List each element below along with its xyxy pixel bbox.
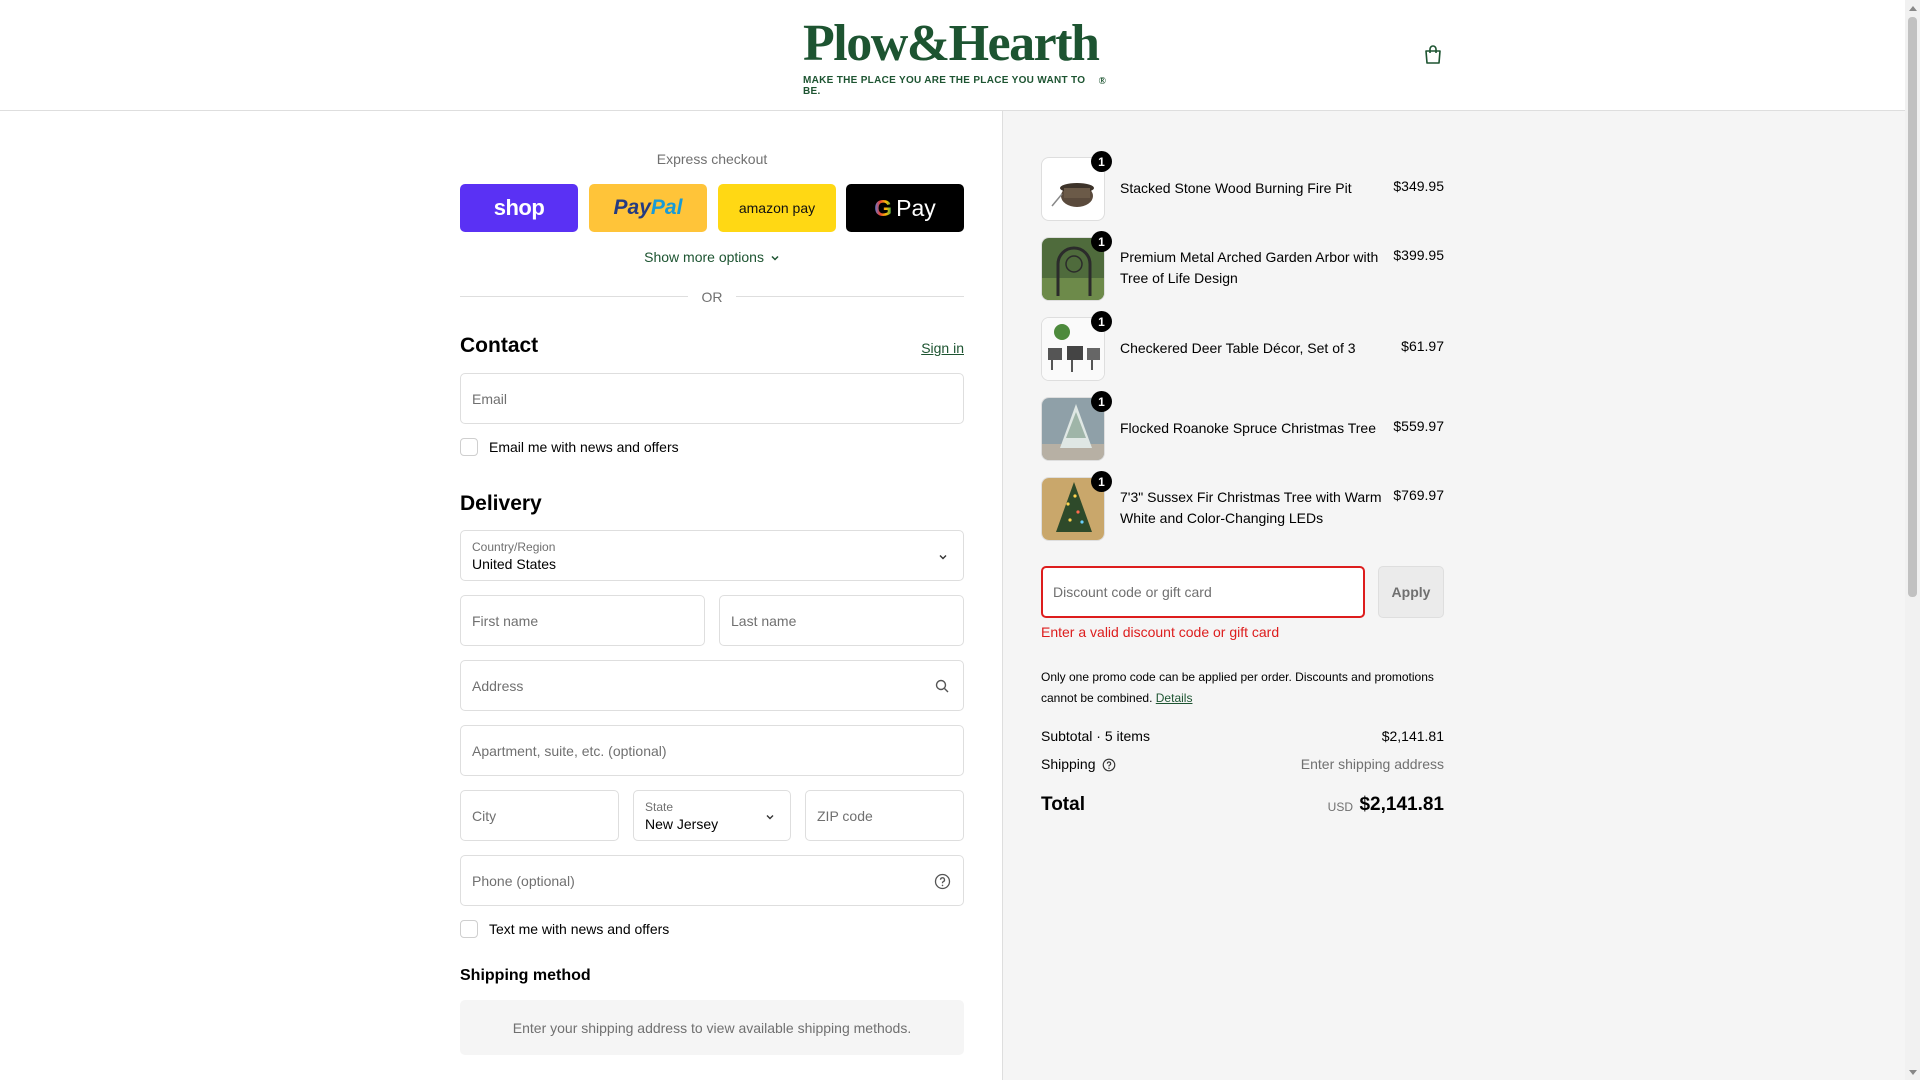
page-scrollbar[interactable] bbox=[1905, 0, 1920, 1080]
shipping-method-message: Enter your shipping address to view avai… bbox=[460, 1000, 964, 1055]
zip-field[interactable]: ZIP code bbox=[805, 790, 964, 841]
search-icon bbox=[935, 679, 949, 693]
apply-discount-button[interactable]: Apply bbox=[1378, 566, 1444, 618]
text-news-checkbox[interactable] bbox=[460, 920, 478, 938]
header: Plow&Hearth ® MAKE THE PLACE YOU ARE THE … bbox=[0, 0, 1905, 111]
shipping-method-title: Shipping method bbox=[460, 967, 591, 984]
first-name-field[interactable]: First name bbox=[460, 595, 705, 646]
contact-title: Contact bbox=[460, 334, 539, 357]
quantity-badge: 1 bbox=[1091, 151, 1112, 172]
chevron-down-icon bbox=[766, 815, 774, 820]
total-value: $2,141.81 bbox=[1359, 794, 1444, 815]
scrollbar-thumb[interactable] bbox=[1908, 17, 1917, 597]
last-name-field[interactable]: Last name bbox=[719, 595, 964, 646]
promo-note-text: Only one promo code can be applied per o… bbox=[1041, 670, 1434, 705]
total-label: Total bbox=[1041, 794, 1085, 815]
phone-field[interactable]: Phone (optional) bbox=[460, 855, 964, 906]
address-field[interactable]: Address bbox=[460, 660, 964, 711]
quantity-badge: 1 bbox=[1091, 391, 1112, 412]
sign-in-link[interactable]: Sign in bbox=[921, 340, 964, 356]
email-placeholder: Email bbox=[472, 391, 508, 407]
quantity-badge: 1 bbox=[1091, 471, 1112, 492]
discount-placeholder: Discount code or gift card bbox=[1053, 584, 1212, 600]
subtotal-label: Subtotal · 5 items bbox=[1041, 728, 1150, 744]
email-news-row[interactable]: Email me with news and offers bbox=[460, 438, 679, 456]
subtotal-value: $2,141.81 bbox=[1381, 728, 1444, 744]
item-name: Flocked Roanoke Spruce Christmas Tree bbox=[1120, 420, 1376, 436]
zip-placeholder: ZIP code bbox=[817, 808, 873, 824]
state-value: New Jersey bbox=[645, 816, 719, 832]
shipping-method-text: Enter your shipping address to view avai… bbox=[512, 1019, 912, 1036]
subtotal-row: Subtotal · 5 items $2,141.81 bbox=[1041, 728, 1444, 744]
item-price: $399.95 bbox=[1393, 247, 1444, 263]
or-label: OR bbox=[701, 289, 723, 305]
shipping-label: Shipping bbox=[1041, 756, 1096, 772]
item-name: Premium Metal Arched Garden Arbor with T… bbox=[1120, 249, 1379, 286]
country-select[interactable]: Country/Region United States bbox=[460, 530, 964, 581]
or-divider: OR bbox=[460, 287, 964, 307]
text-news-label: Text me with news and offers bbox=[489, 921, 670, 937]
shipping-value: Enter shipping address bbox=[1300, 756, 1444, 772]
scroll-up-arrow-icon[interactable] bbox=[1905, 0, 1920, 15]
email-news-checkbox[interactable] bbox=[460, 438, 478, 456]
quantity-badge: 1 bbox=[1091, 311, 1112, 332]
discount-error-message: Enter a valid discount code or gift card bbox=[1041, 624, 1280, 640]
shop-pay-label: shop bbox=[493, 195, 545, 220]
delivery-title: Delivery bbox=[460, 492, 542, 515]
city-placeholder: City bbox=[472, 808, 497, 824]
country-label: Country/Region bbox=[472, 540, 556, 554]
discount-code-input[interactable]: Discount code or gift card bbox=[1041, 566, 1365, 618]
state-select[interactable]: State New Jersey bbox=[633, 790, 791, 841]
shipping-row: Shipping Enter shipping address bbox=[1041, 756, 1444, 772]
show-more-options-label: Show more options bbox=[644, 249, 764, 265]
checkout-page: Plow&Hearth ® MAKE THE PLACE YOU ARE THE … bbox=[0, 0, 1920, 1080]
last-name-placeholder: Last name bbox=[731, 613, 797, 629]
state-label: State bbox=[645, 800, 674, 814]
help-circle-icon[interactable] bbox=[934, 873, 951, 890]
item-price: $349.95 bbox=[1393, 178, 1444, 194]
currency-code: USD bbox=[1327, 800, 1353, 814]
quantity-badge: 1 bbox=[1091, 231, 1112, 252]
paypal-label-1: Pay bbox=[613, 196, 651, 219]
email-field[interactable]: Email bbox=[460, 373, 964, 424]
item-price: $559.97 bbox=[1393, 418, 1444, 434]
address-placeholder: Address bbox=[472, 678, 524, 694]
item-name: Stacked Stone Wood Burning Fire Pit bbox=[1120, 180, 1352, 196]
item-price: $61.97 bbox=[1401, 338, 1444, 354]
store-logo[interactable]: Plow&Hearth ® MAKE THE PLACE YOU ARE THE … bbox=[803, 18, 1106, 98]
logo-tagline: MAKE THE PLACE YOU ARE THE PLACE YOU WAN… bbox=[803, 75, 1086, 97]
chevron-down-icon bbox=[939, 555, 947, 560]
google-g-icon: G bbox=[874, 194, 893, 221]
email-news-label: Email me with news and offers bbox=[489, 439, 679, 455]
amazon-pay-button[interactable]: amazon pay bbox=[718, 184, 836, 232]
promo-note: Only one promo code can be applied per o… bbox=[1041, 667, 1444, 709]
chevron-down-icon bbox=[771, 256, 779, 261]
help-circle-icon[interactable] bbox=[1102, 758, 1116, 772]
item-name: Checkered Deer Table Décor, Set of 3 bbox=[1120, 340, 1356, 356]
apartment-placeholder: Apartment, suite, etc. (optional) bbox=[472, 743, 667, 759]
logo-registered: ® bbox=[1098, 76, 1106, 87]
city-field[interactable]: City bbox=[460, 790, 619, 841]
amazon-pay-label: amazon pay bbox=[738, 200, 816, 216]
country-value: United States bbox=[472, 556, 557, 572]
promo-details-link[interactable]: Details bbox=[1156, 691, 1193, 705]
text-news-row[interactable]: Text me with news and offers bbox=[460, 920, 669, 938]
item-price: $769.97 bbox=[1393, 487, 1444, 503]
paypal-button[interactable]: Pay Pal bbox=[589, 184, 707, 232]
shopping-bag-icon[interactable] bbox=[1422, 44, 1444, 66]
first-name-placeholder: First name bbox=[472, 613, 539, 629]
paypal-label-2: Pal bbox=[650, 196, 683, 219]
total-row: Total USD $2,141.81 bbox=[1041, 794, 1444, 816]
scroll-down-arrow-icon[interactable] bbox=[1905, 1065, 1920, 1080]
google-pay-label: Pay bbox=[896, 194, 936, 221]
apartment-field[interactable]: Apartment, suite, etc. (optional) bbox=[460, 725, 964, 776]
google-pay-button[interactable]: G Pay bbox=[846, 184, 964, 232]
express-checkout-title: Express checkout bbox=[656, 151, 768, 167]
item-name: 7'3" Sussex Fir Christmas Tree with Warm… bbox=[1120, 489, 1382, 526]
logo-wordmark: Plow&Hearth bbox=[803, 15, 1100, 72]
phone-placeholder: Phone (optional) bbox=[472, 873, 575, 889]
shop-pay-button[interactable]: shop bbox=[460, 184, 578, 232]
show-more-options-link[interactable]: Show more options bbox=[460, 249, 964, 265]
